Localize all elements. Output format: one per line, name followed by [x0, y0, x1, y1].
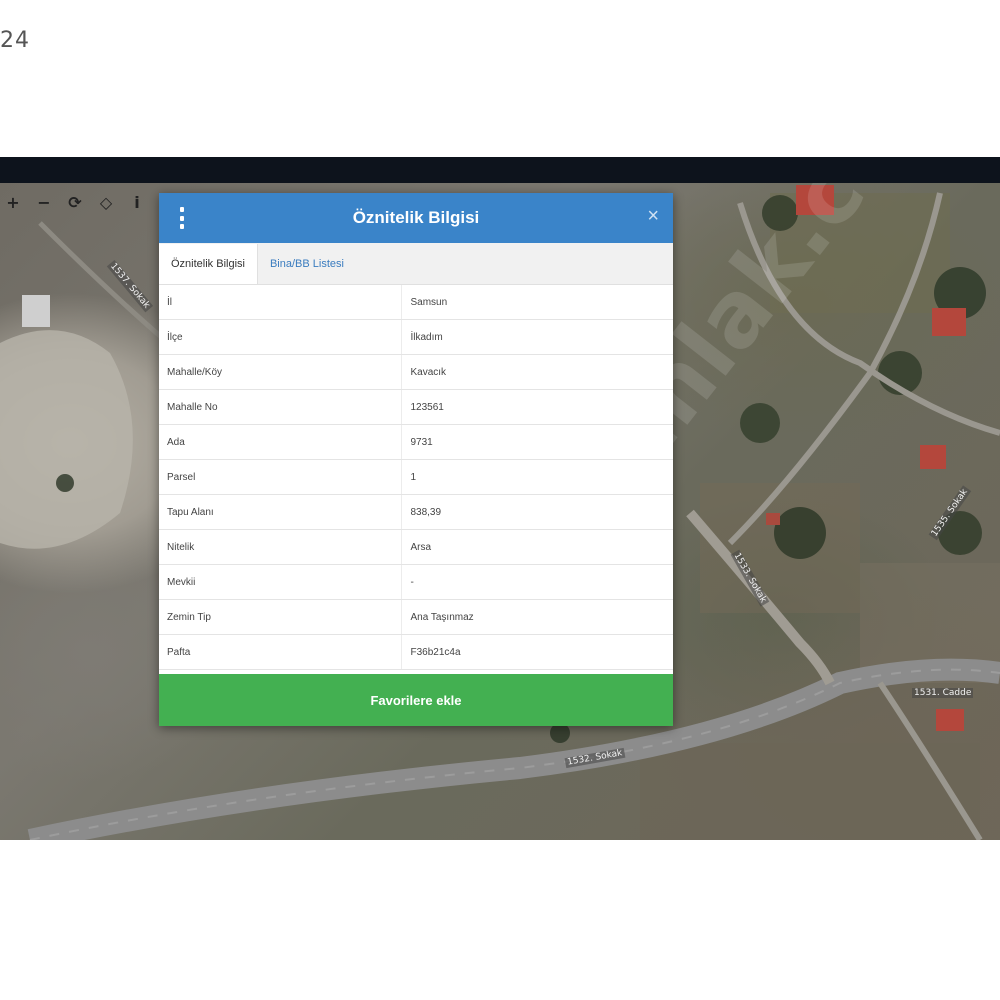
- dialog-title: Öznitelik Bilgisi: [352, 208, 480, 227]
- zoom-out-icon[interactable]: −: [31, 189, 57, 215]
- tab-attribute-info[interactable]: Öznitelik Bilgisi: [159, 244, 258, 284]
- table-row: Nitelik Arsa: [159, 529, 673, 565]
- building: [920, 445, 946, 469]
- attribute-value: 838,39: [401, 494, 673, 530]
- attribute-value: İlkadım: [401, 319, 673, 355]
- road-label: 1531. Cadde: [912, 688, 974, 698]
- attribute-key: Pafta: [159, 634, 403, 670]
- attribute-value: Kavacık: [401, 354, 673, 390]
- attribute-value: Arsa: [401, 529, 673, 565]
- attribute-key: Parsel: [159, 459, 403, 495]
- table-row: Zemin Tip Ana Taşınmaz: [159, 599, 673, 635]
- tree-cluster: [774, 507, 826, 559]
- map-toolbar: + − ⟳ ◇ i: [0, 189, 155, 215]
- attribute-value: 1: [401, 459, 673, 495]
- attribute-key: İl: [159, 285, 403, 320]
- more-options-icon[interactable]: [177, 207, 187, 229]
- table-row: Ada 9731: [159, 424, 673, 460]
- building: [796, 185, 834, 215]
- attribute-key: Mahalle No: [159, 389, 403, 425]
- attribute-key: Nitelik: [159, 529, 403, 565]
- attribute-info-dialog: Öznitelik Bilgisi × Öznitelik Bilgisi Bi…: [159, 193, 673, 726]
- table-row: Mahalle/Köy Kavacık: [159, 354, 673, 390]
- attribute-value: F36b21c4a: [401, 634, 673, 670]
- table-row: İl Samsun: [159, 285, 673, 320]
- table-row: Parsel 1: [159, 459, 673, 495]
- tree-cluster: [56, 474, 74, 492]
- quarry-area: [0, 330, 133, 549]
- info-icon[interactable]: i: [124, 189, 150, 215]
- table-row: Pafta F36b21c4a: [159, 634, 673, 670]
- attribute-key: Mahalle/Köy: [159, 354, 403, 390]
- building: [766, 513, 780, 525]
- attribute-value: Samsun: [401, 285, 673, 320]
- tree-cluster: [550, 723, 570, 743]
- building: [22, 295, 50, 327]
- attribute-key: Zemin Tip: [159, 599, 403, 635]
- table-row: Mahalle No 123561: [159, 389, 673, 425]
- locate-icon[interactable]: ◇: [93, 189, 119, 215]
- dialog-header: Öznitelik Bilgisi ×: [159, 193, 673, 243]
- page-corner-text: 24: [0, 28, 30, 53]
- attribute-value: -: [401, 564, 673, 600]
- attribute-key: Tapu Alanı: [159, 494, 403, 530]
- attribute-value: Ana Taşınmaz: [401, 599, 673, 635]
- table-row: İlçe İlkadım: [159, 319, 673, 355]
- tree-cluster: [762, 195, 798, 231]
- attribute-value: 9731: [401, 424, 673, 460]
- table-row: Mevkii -: [159, 564, 673, 600]
- attribute-value: 123561: [401, 389, 673, 425]
- dialog-tabs: Öznitelik Bilgisi Bina/BB Listesi: [159, 243, 673, 285]
- zoom-in-icon[interactable]: +: [0, 189, 26, 215]
- window-top-bar: [0, 157, 1000, 183]
- attribute-table: İl Samsun İlçe İlkadım Mahalle/Köy Kavacık Mah…: [159, 285, 673, 670]
- attribute-key: Ada: [159, 424, 403, 460]
- refresh-icon[interactable]: ⟳: [62, 189, 88, 215]
- tab-building-list[interactable]: Bina/BB Listesi: [258, 244, 356, 284]
- building: [936, 709, 964, 731]
- attribute-key: İlçe: [159, 319, 403, 355]
- table-row: Tapu Alanı 838,39: [159, 494, 673, 530]
- tree-cluster: [740, 403, 780, 443]
- close-icon[interactable]: ×: [647, 206, 659, 226]
- building: [932, 308, 966, 336]
- attribute-key: Mevkii: [159, 564, 403, 600]
- add-to-favorites-button[interactable]: Favorilere ekle: [159, 674, 673, 726]
